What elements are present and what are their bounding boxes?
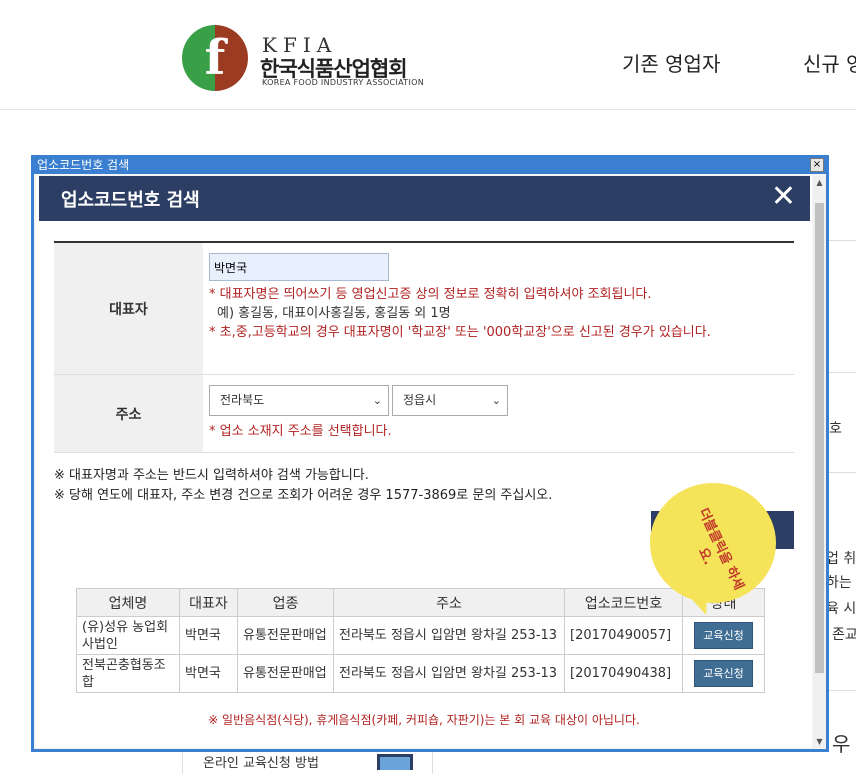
kfia-logo[interactable]: f KFIA 한국식품산업협회 KOREA FOOD INDUSTRY ASSO…	[182, 25, 432, 95]
site-header: f KFIA 한국식품산업협회 KOREA FOOD INDUSTRY ASSO…	[0, 0, 856, 110]
representative-example: 예) 홍길동, 대표이사홍길동, 홍길동 외 1명	[217, 306, 451, 321]
result-table: 업체명 대표자 업종 주소 업소코드번호 상태 (유)성유 농업회사법인 박면국…	[76, 588, 765, 693]
col-header: 업소코드번호	[564, 588, 683, 617]
col-header: 주소	[333, 588, 565, 617]
cell-name: (유)성유 농업회사법인	[76, 616, 180, 655]
cell-address: 전라북도 정읍시 입암면 왕차길 253-13	[333, 654, 565, 693]
cell-type: 유통전문판매업	[237, 616, 334, 655]
bg-text-fragment: 하는	[826, 575, 852, 591]
scroll-thumb[interactable]	[815, 203, 824, 673]
scroll-down-icon[interactable]: ▼	[813, 735, 826, 748]
contact-note: ※ 당해 연도에 대표자, 주소 변경 건으로 조회가 어려운 경우 1577-…	[54, 488, 553, 503]
city-select[interactable]: 정읍시 ⌄	[392, 385, 508, 416]
chevron-down-icon: ⌄	[491, 394, 501, 407]
close-icon[interactable]: ✕	[771, 178, 796, 216]
representative-row: 대표자 * 대표자명은 띄어쓰기 등 영업신고증 상의 정보로 정확히 입력하셔…	[54, 243, 794, 375]
address-label: 주소	[54, 375, 203, 452]
chevron-down-icon: ⌄	[372, 394, 382, 407]
cell-code: [20170490438]	[564, 654, 683, 693]
nav-existing-business[interactable]: 기존 영업자	[622, 48, 720, 77]
bg-text-fragment: 업 취	[826, 551, 856, 567]
cell-rep: 박면국	[179, 616, 238, 655]
window-close-icon[interactable]: ×	[810, 158, 824, 172]
col-header: 대표자	[179, 588, 238, 617]
nav-new-business[interactable]: 신규 영	[803, 48, 856, 77]
bg-text-fragment: 존교	[832, 627, 856, 643]
bg-text-fragment: 호	[829, 421, 842, 437]
logo-subtitle: KOREA FOOD INDUSTRY ASSOCIATION	[262, 78, 424, 87]
vertical-scrollbar[interactable]: ▲ ▼	[813, 176, 826, 748]
col-header: 업체명	[76, 588, 180, 617]
monitor-icon	[377, 754, 413, 770]
bg-online-guide-link[interactable]: 온라인 교육신청 방법	[203, 752, 319, 771]
exclusion-note: ※ 일반음식점(식당), 휴게음식점(카페, 커피숍, 자판기)는 본 회 교육…	[208, 713, 640, 727]
cell-address: 전라북도 정읍시 입암면 왕차길 253-13	[333, 616, 565, 655]
col-header: 업종	[237, 588, 334, 617]
representative-note: * 대표자명은 띄어쓰기 등 영업신고증 상의 정보로 정확히 입력하셔야 조회…	[209, 287, 652, 302]
cell-name: 전북곤충협동조합	[76, 654, 180, 693]
cell-type: 유통전문판매업	[237, 654, 334, 693]
modal-header: 업소코드번호 검색 ✕	[39, 176, 810, 221]
required-note: ※ 대표자명과 주소는 반드시 입력하셔야 검색 가능합니다.	[54, 468, 369, 483]
logo-emblem-icon: f	[182, 25, 248, 91]
popup-window: 업소코드번호 검색 × 업소코드번호 검색 ✕ 대표자 * 대표자명은 띄어쓰기…	[31, 155, 829, 752]
apply-education-button[interactable]: 교육신청	[694, 660, 753, 687]
apply-education-button[interactable]: 교육신청	[694, 622, 753, 649]
cell-rep: 박면국	[179, 654, 238, 693]
window-titlebar: 업소코드번호 검색	[34, 157, 826, 174]
address-note: * 업소 소재지 주소를 선택합니다.	[209, 424, 392, 439]
cell-code: [20170490057]	[564, 616, 683, 655]
search-form: 대표자 * 대표자명은 띄어쓰기 등 영업신고증 상의 정보로 정확히 입력하셔…	[54, 241, 794, 453]
school-note: * 초,중,고등학교의 경우 대표자명이 '학교장' 또는 '000학교장'으로…	[209, 325, 711, 340]
table-row[interactable]: (유)성유 농업회사법인 박면국 유통전문판매업 전라북도 정읍시 입암면 왕차…	[76, 616, 765, 655]
scroll-up-icon[interactable]: ▲	[813, 176, 826, 189]
province-select[interactable]: 전라북도 ⌄	[209, 385, 389, 416]
bg-text-fragment: 육 시	[826, 601, 856, 617]
address-row: 주소 전라북도 ⌄ 정읍시 ⌄ * 업소 소재지 주소를 선택합니다.	[54, 375, 794, 453]
table-row[interactable]: 전북곤충협동조합 박면국 유통전문판매업 전라북도 정읍시 입암면 왕차길 25…	[76, 654, 765, 693]
representative-input[interactable]	[209, 253, 389, 281]
popup-content: 업소코드번호 검색 ✕ 대표자 * 대표자명은 띄어쓰기 등 영업신고증 상의 …	[36, 176, 812, 748]
representative-label: 대표자	[54, 243, 203, 374]
search-notes: ※ 대표자명과 주소는 반드시 입력하셔야 검색 가능합니다. ※ 당해 연도에…	[54, 466, 552, 506]
modal-title: 업소코드번호 검색	[61, 190, 200, 211]
bg-text-fragment: 우	[832, 732, 851, 756]
